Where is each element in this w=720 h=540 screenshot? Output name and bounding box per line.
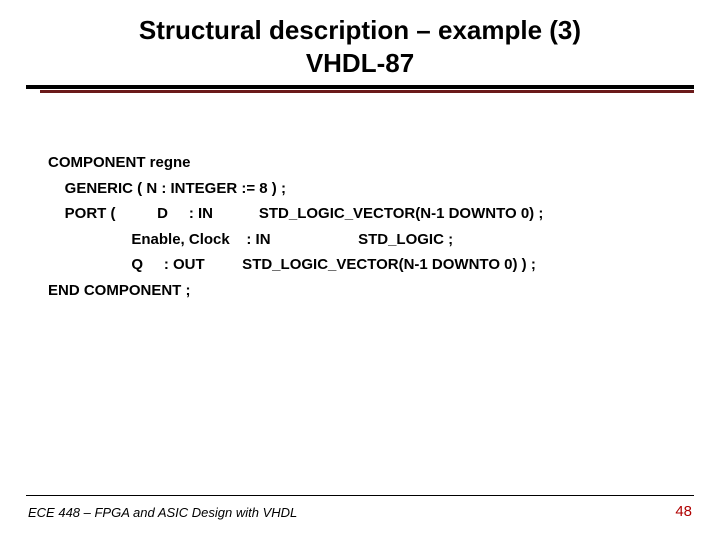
- title-line-2: VHDL-87: [0, 47, 720, 80]
- footer-text: ECE 448 – FPGA and ASIC Design with VHDL: [28, 505, 297, 520]
- code-line-1: COMPONENT regne: [48, 154, 191, 171]
- page-number: 48: [675, 503, 692, 520]
- title-line-1: Structural description – example (3): [0, 14, 720, 47]
- footer-rule: [26, 495, 694, 496]
- rule-black: [26, 85, 694, 89]
- code-line-4: Enable, Clock : IN STD_LOGIC ;: [48, 231, 453, 248]
- code-line-5: Q : OUT STD_LOGIC_VECTOR(N-1 DOWNTO 0) )…: [48, 256, 536, 273]
- code-line-6: END COMPONENT ;: [48, 282, 191, 299]
- slide: Structural description – example (3) VHD…: [0, 0, 720, 540]
- rule-maroon: [40, 90, 694, 93]
- code-line-3: PORT ( D : IN STD_LOGIC_VECTOR(N-1 DOWNT…: [48, 205, 543, 222]
- slide-title: Structural description – example (3) VHD…: [0, 0, 720, 79]
- code-line-2: GENERIC ( N : INTEGER := 8 ) ;: [48, 180, 286, 197]
- title-rule: [0, 85, 720, 95]
- code-block: COMPONENT regne GENERIC ( N : INTEGER :=…: [48, 150, 543, 303]
